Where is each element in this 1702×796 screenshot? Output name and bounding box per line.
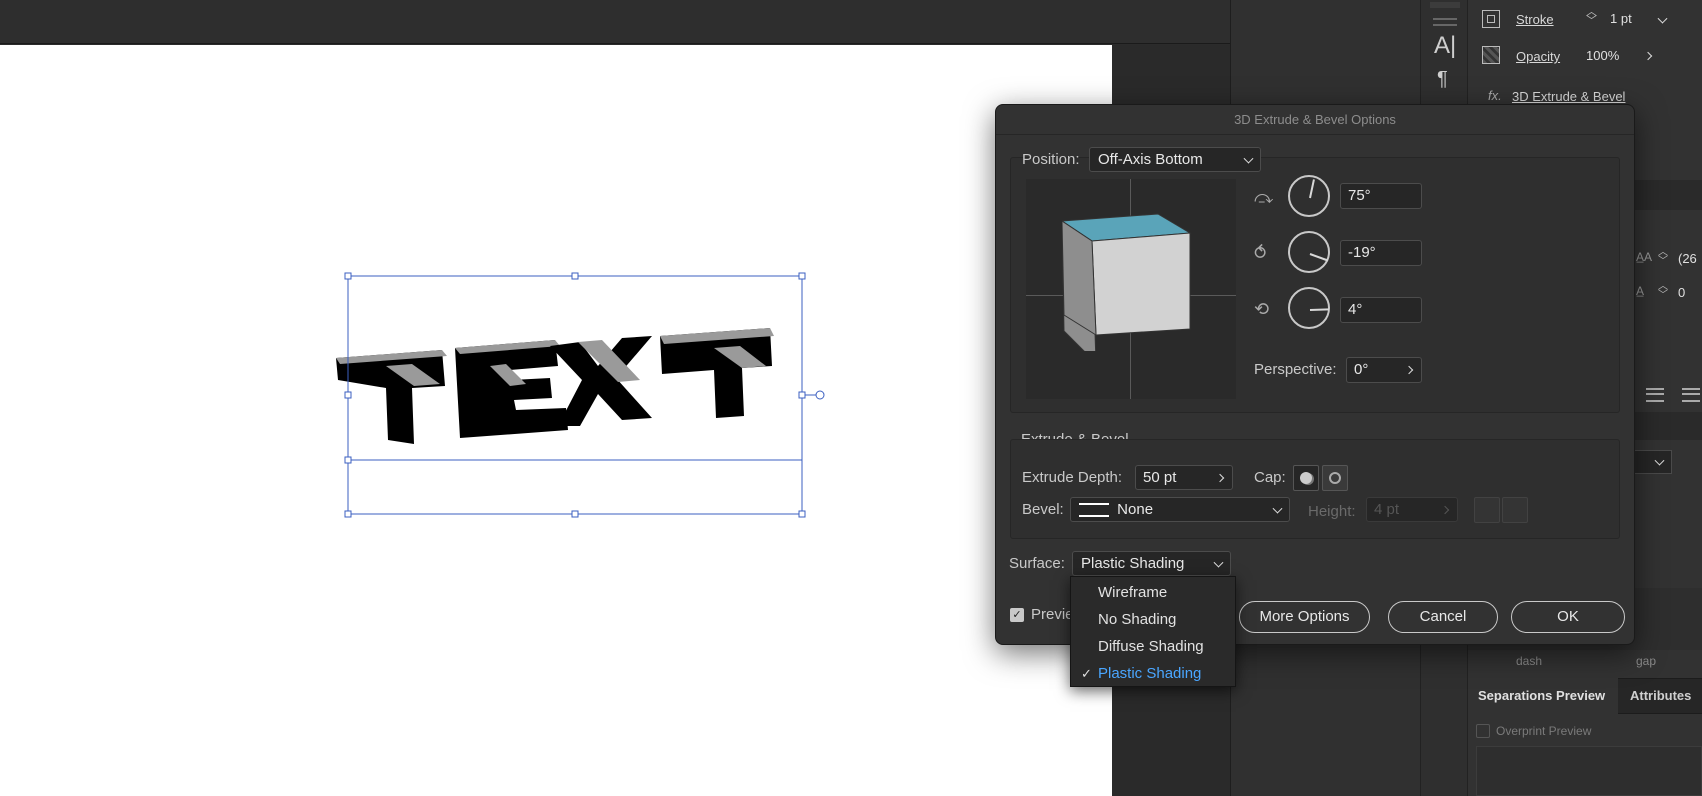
tab-attributes[interactable]: Attributes bbox=[1630, 678, 1691, 714]
extrude-depth-label: Extrude Depth: bbox=[1022, 469, 1123, 486]
overprint-preview-checkbox[interactable] bbox=[1476, 724, 1490, 738]
surface-option-diffuse-shading[interactable]: Diffuse Shading bbox=[1071, 633, 1235, 660]
preview-checkbox[interactable]: ✓ bbox=[1010, 608, 1024, 622]
handle-top-left bbox=[344, 272, 352, 280]
opacity-label[interactable]: Opacity bbox=[1516, 49, 1560, 64]
app-window: A| ¶ Stroke ︿ ﹀ 1 pt Opacity 100% fx. 3D … bbox=[0, 0, 1702, 796]
handle-bottom-left bbox=[344, 510, 352, 518]
height-label: Height: bbox=[1308, 503, 1356, 520]
cap-off-button[interactable] bbox=[1322, 465, 1348, 491]
handle-top-center bbox=[571, 272, 579, 280]
bevel-out-button[interactable] bbox=[1474, 497, 1500, 523]
position-dropdown[interactable]: Off-Axis Bottom bbox=[1089, 147, 1261, 172]
fx-icon: fx. bbox=[1488, 88, 1502, 103]
surface-option-no-shading[interactable]: No Shading bbox=[1071, 606, 1235, 633]
rotate-z-input[interactable]: 4° bbox=[1340, 297, 1422, 323]
char-stepper-1[interactable]: ︿ ﹀ bbox=[1658, 248, 1668, 267]
grip-icon bbox=[1433, 18, 1457, 26]
extrude-bevel-dialog: 3D Extrude & Bevel Options Position: Off… bbox=[995, 104, 1635, 645]
tab-separations-preview[interactable]: Separations Preview bbox=[1468, 678, 1618, 714]
rotate-y-dial[interactable] bbox=[1288, 231, 1330, 273]
handle-top-right bbox=[798, 272, 806, 280]
stroke-swatch[interactable] bbox=[1482, 10, 1500, 28]
rotate-handle bbox=[815, 390, 825, 400]
effect-3d-extrude-link[interactable]: 3D Extrude & Bevel bbox=[1512, 89, 1625, 104]
panel-dropdown[interactable] bbox=[1634, 450, 1672, 474]
rotate-z-axis-icon: ⟲ bbox=[1254, 299, 1270, 319]
opacity-value[interactable]: 100% bbox=[1586, 48, 1619, 63]
char-value-2[interactable]: 0 bbox=[1678, 285, 1685, 300]
check-icon: ✓ bbox=[1081, 666, 1092, 681]
tracking-icon: A̲A bbox=[1636, 250, 1653, 264]
cancel-button[interactable]: Cancel bbox=[1388, 601, 1498, 633]
stroke-weight-dropdown[interactable] bbox=[1650, 11, 1674, 29]
surface-option-plastic-shading[interactable]: ✓ Plastic Shading bbox=[1071, 660, 1235, 687]
bevel-preview-icon bbox=[1079, 503, 1109, 518]
rotate-x-axis-icon: ⤼ bbox=[1254, 187, 1274, 207]
surface-value: Plastic Shading bbox=[1081, 555, 1185, 572]
height-input[interactable]: 4 pt bbox=[1366, 497, 1458, 522]
separations-list bbox=[1476, 746, 1702, 796]
gap-label: gap bbox=[1636, 654, 1657, 668]
ok-button[interactable]: OK bbox=[1511, 601, 1625, 633]
overprint-preview-label: Overprint Preview bbox=[1496, 724, 1592, 738]
rotate-y-input[interactable]: -19° bbox=[1340, 240, 1422, 266]
align-justify-all-icon[interactable] bbox=[1682, 388, 1700, 402]
surface-dropdown[interactable]: Plastic Shading bbox=[1072, 551, 1231, 576]
preview-label: Previe bbox=[1031, 606, 1074, 623]
stroke-weight-value[interactable]: 1 pt bbox=[1610, 11, 1632, 26]
bevel-in-button[interactable] bbox=[1502, 497, 1528, 523]
perspective-label: Perspective: bbox=[1254, 361, 1337, 378]
character-panel-icon[interactable]: A| bbox=[1434, 32, 1456, 60]
position-value: Off-Axis Bottom bbox=[1098, 151, 1203, 168]
surface-option-plastic-shading-label: Plastic Shading bbox=[1098, 665, 1202, 682]
handle-mid-right bbox=[798, 391, 806, 399]
surface-label: Surface: bbox=[1009, 555, 1065, 572]
stroke-label[interactable]: Stroke bbox=[1516, 12, 1554, 27]
perspective-input[interactable]: 0° bbox=[1346, 357, 1422, 383]
opacity-expand[interactable] bbox=[1640, 46, 1660, 66]
opacity-icon bbox=[1482, 46, 1500, 64]
perspective-value: 0° bbox=[1354, 361, 1369, 378]
stroke-stepper[interactable]: ︿ ﹀ bbox=[1586, 7, 1597, 27]
rotate-y-axis-icon: ⥀ bbox=[1254, 243, 1267, 263]
paragraph-panel-icon[interactable]: ¶ bbox=[1437, 68, 1448, 91]
handle-baseline bbox=[344, 456, 352, 464]
handle-bottom-right bbox=[798, 510, 806, 518]
more-options-button[interactable]: More Options bbox=[1239, 601, 1370, 633]
kerning-icon: A̲ bbox=[1636, 284, 1645, 298]
cap-label: Cap: bbox=[1254, 469, 1286, 486]
selection-bounding-box[interactable] bbox=[340, 270, 830, 520]
track-cube[interactable] bbox=[1062, 211, 1202, 351]
surface-option-wireframe[interactable]: Wireframe bbox=[1071, 579, 1235, 606]
bevel-dropdown[interactable]: None bbox=[1070, 497, 1290, 522]
position-label: Position: bbox=[1022, 151, 1080, 168]
bevel-label: Bevel: bbox=[1022, 501, 1064, 518]
handle-mid-left bbox=[344, 391, 352, 399]
char-stepper-2[interactable]: ︿ ﹀ bbox=[1658, 282, 1668, 301]
bevel-value: None bbox=[1117, 501, 1154, 518]
extrude-depth-input[interactable]: 50 pt bbox=[1135, 465, 1233, 490]
height-value: 4 pt bbox=[1374, 501, 1400, 518]
align-justify-icon[interactable] bbox=[1646, 388, 1664, 402]
cap-on-button[interactable] bbox=[1293, 465, 1319, 491]
canvas-top-bar bbox=[0, 0, 1230, 44]
char-value-1[interactable]: (26 bbox=[1678, 251, 1697, 266]
rotate-x-input[interactable]: 75° bbox=[1340, 183, 1422, 209]
rotate-z-dial[interactable] bbox=[1288, 287, 1330, 329]
rotate-x-dial[interactable] bbox=[1288, 175, 1330, 217]
dialog-title: 3D Extrude & Bevel Options bbox=[996, 105, 1634, 135]
dash-label: dash bbox=[1516, 654, 1543, 668]
track-cube-area[interactable] bbox=[1026, 179, 1236, 399]
surface-menu: Wireframe No Shading Diffuse Shading ✓ P… bbox=[1070, 576, 1236, 687]
handle-bottom-center bbox=[571, 510, 579, 518]
extrude-depth-value: 50 pt bbox=[1143, 469, 1177, 486]
